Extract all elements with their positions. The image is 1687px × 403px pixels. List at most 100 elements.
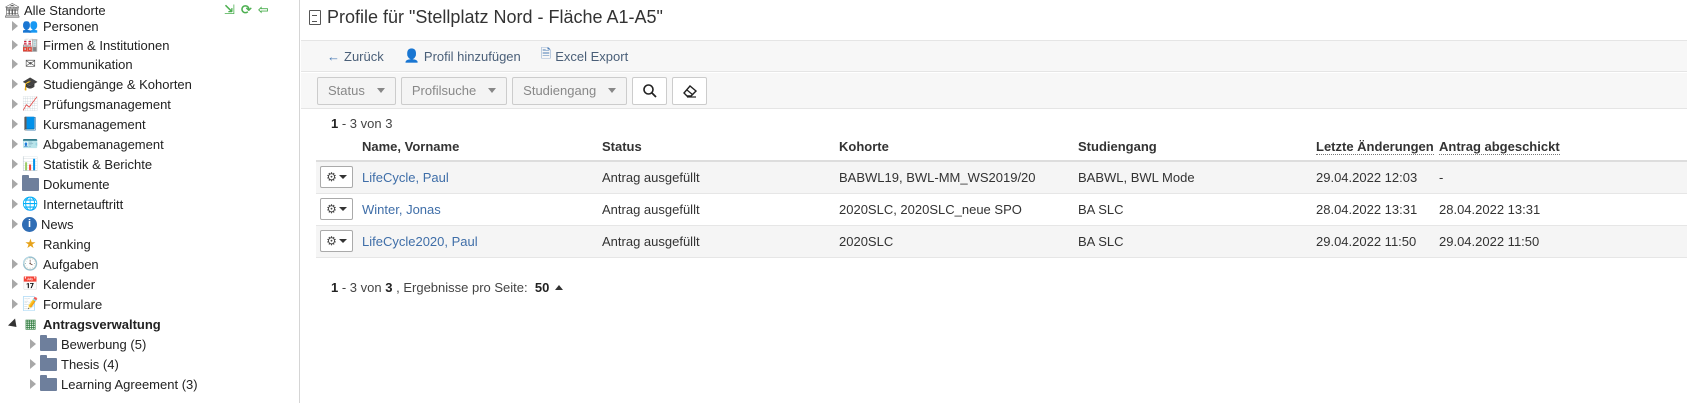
sidebar-item-statistik[interactable]: 📊 Statistik & Berichte (0, 154, 152, 174)
col-header-status[interactable]: Status (602, 133, 839, 162)
tree-tools: ⇲ ⟳ ⇦ (224, 2, 269, 18)
back-button[interactable]: ← Zurück (327, 49, 384, 64)
folder-icon (22, 174, 39, 193)
result-count-top: 1 - 3 von 3 (331, 116, 393, 131)
collapse-arrow-icon[interactable] (7, 317, 21, 331)
sidebar-item-kommunikation[interactable]: ✉ Kommunikation (0, 54, 133, 74)
expand-arrow-icon[interactable] (30, 359, 36, 369)
table-row: ⚙ Winter, Jonas Antrag ausgefüllt 2020SL… (316, 193, 1687, 226)
excel-export-button[interactable]: 🗎 Excel Export (541, 45, 628, 67)
row-action-menu[interactable]: ⚙ (320, 230, 353, 252)
sidebar-item-ranking[interactable]: ★ Ranking (0, 234, 91, 254)
cell-cohort: 2020SLC, 2020SLC_neue SPO (839, 193, 1078, 226)
sidebar-item-internetauftritt[interactable]: 🌐 Internetauftritt (0, 194, 123, 214)
sidebar-item-kursmanagement[interactable]: 📘 Kursmanagement (0, 114, 146, 134)
globe-icon: 🌐 (22, 196, 39, 211)
col-header-name[interactable]: Name, Vorname (362, 133, 602, 162)
profile-name-link[interactable]: LifeCycle2020, Paul (362, 234, 478, 249)
expand-arrow-icon[interactable] (30, 379, 36, 389)
persons-icon: 👥 (22, 18, 39, 33)
book-icon: 📘 (22, 116, 39, 131)
sidebar-item-label: Formulare (43, 296, 103, 312)
sidebar-item-label: Ranking (43, 236, 91, 252)
caret-down-icon (488, 88, 497, 93)
gear-icon: ⚙ (326, 170, 337, 185)
expand-arrow-icon[interactable] (12, 159, 18, 169)
last-changes-header-label: Letzte Änderungen (1316, 139, 1434, 155)
sidebar-child-label: Thesis (4) (61, 356, 119, 372)
result-count-bottom: 1 - 3 von 3 , Ergebnisse pro Seite: 50 (331, 280, 564, 295)
cell-status: Antrag ausgefüllt (602, 161, 839, 194)
cell-submitted: - (1439, 161, 1687, 194)
sidebar-item-dokumente[interactable]: Dokumente (0, 174, 109, 194)
sidebar-item-firmen[interactable]: 🏭 Firmen & Institutionen (0, 35, 169, 55)
sidebar-item-antragsverwaltung[interactable]: ▦ Antragsverwaltung (0, 314, 161, 334)
sidebar-child-learning-agreement[interactable]: Learning Agreement (3) (18, 374, 198, 394)
col-header-last-changes[interactable]: Letzte Änderungen (1316, 133, 1439, 162)
of-label: von (360, 116, 382, 131)
expand-arrow-icon[interactable] (12, 40, 18, 50)
status-filter-dropdown[interactable]: Status (317, 76, 396, 105)
cell-status: Antrag ausgefüllt (602, 193, 839, 226)
clear-filter-button[interactable] (672, 76, 708, 105)
row-action-menu[interactable]: ⚙ (320, 198, 353, 220)
sidebar-item-pruefungsmanagement[interactable]: 📈 Prüfungsmanagement (0, 94, 171, 114)
sidebar-item-label: Prüfungsmanagement (43, 96, 171, 112)
row-action-menu[interactable]: ⚙ (320, 166, 353, 189)
sidebar-item-abgabemanagement[interactable]: 🪪 Abgabemanagement (0, 134, 164, 154)
document-icon (309, 10, 321, 25)
caret-up-icon[interactable] (555, 285, 564, 290)
expand-arrow-icon[interactable] (12, 59, 18, 69)
expand-arrow-icon[interactable] (12, 119, 18, 129)
profile-search-label: Profilsuche (411, 83, 477, 98)
sidebar: 🏛 Alle Standorte ⇲ ⟳ ⇦ 👥 Personen 🏭 Firm… (0, 0, 300, 403)
sidebar-child-bewerbung[interactable]: Bewerbung (5) (18, 334, 146, 354)
col-header-submitted[interactable]: Antrag abgeschickt (1439, 133, 1687, 162)
expand-arrow-icon[interactable] (12, 99, 18, 109)
profile-name-link[interactable]: Winter, Jonas (362, 202, 441, 217)
sidebar-item-formulare[interactable]: 📝 Formulare (0, 294, 102, 314)
sidebar-item-studiengaenge[interactable]: 🎓 Studiengänge & Kohorten (0, 74, 192, 94)
expand-arrow-icon[interactable] (12, 259, 18, 269)
sidebar-child-thesis[interactable]: Thesis (4) (18, 354, 119, 374)
range-end: 3 (349, 280, 358, 295)
expand-arrow-icon[interactable] (12, 219, 18, 229)
page-title: Profile für "Stellplatz Nord - Fläche A1… (309, 7, 663, 28)
per-page-selector[interactable]: 50 (535, 280, 549, 295)
minimize-sidebar-icon[interactable]: ⇦ (258, 2, 269, 18)
sidebar-item-kalender[interactable]: 📅 Kalender (0, 274, 95, 294)
expand-arrow-icon[interactable] (12, 179, 18, 189)
arrow-left-icon: ← (327, 48, 340, 64)
add-profile-button[interactable]: 👤 Profil hinzufügen (404, 48, 521, 64)
range-start: 1 (331, 280, 339, 295)
expand-arrow-icon[interactable] (30, 339, 36, 349)
expand-arrow-icon[interactable] (12, 21, 18, 31)
program-filter-dropdown[interactable]: Studiengang (512, 76, 628, 105)
sidebar-child-label: Learning Agreement (3) (61, 376, 198, 392)
folder-icon (40, 354, 57, 373)
expand-arrow-icon[interactable] (12, 299, 18, 309)
collapse-all-icon[interactable]: ⇲ (224, 2, 235, 18)
col-header-program[interactable]: Studiengang (1078, 133, 1316, 162)
sidebar-item-news[interactable]: i News (0, 214, 74, 234)
expand-arrow-icon[interactable] (12, 279, 18, 289)
sidebar-item-label: Kalender (43, 276, 96, 292)
refresh-icon[interactable]: ⟳ (241, 2, 252, 18)
back-label: Zurück (344, 48, 384, 64)
expand-arrow-icon[interactable] (12, 79, 18, 89)
cell-cohort: BABWL19, BWL-MM_WS2019/20 (839, 161, 1078, 194)
sidebar-item-personen[interactable]: 👥 Personen (0, 16, 99, 36)
col-header-cohort[interactable]: Kohorte (839, 133, 1078, 162)
expand-arrow-icon[interactable] (12, 139, 18, 149)
info-icon: i (22, 216, 37, 232)
sidebar-item-label: Studiengänge & Kohorten (43, 76, 192, 92)
cell-last-changes: 28.04.2022 13:31 (1316, 193, 1439, 226)
profile-search-dropdown[interactable]: Profilsuche (400, 76, 508, 105)
sidebar-item-aufgaben[interactable]: 🕓 Aufgaben (0, 254, 99, 274)
cell-submitted: 28.04.2022 13:31 (1439, 193, 1687, 226)
search-button[interactable] (632, 76, 668, 105)
total-count: 3 (385, 280, 393, 295)
expand-arrow-icon[interactable] (12, 199, 18, 209)
profile-name-link[interactable]: LifeCycle, Paul (362, 170, 449, 185)
companies-icon: 🏭 (22, 37, 39, 52)
